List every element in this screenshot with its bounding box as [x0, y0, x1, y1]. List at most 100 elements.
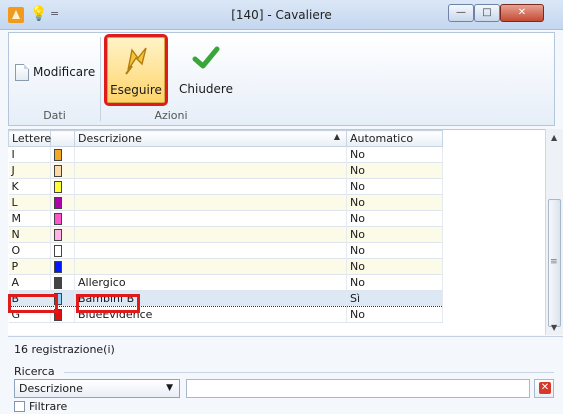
- highlight-letter-cell: [8, 294, 58, 313]
- table-row[interactable]: K No: [8, 178, 443, 195]
- search-group-label: Ricerca: [14, 365, 55, 378]
- table-row[interactable]: B Bambini B Sì: [8, 290, 443, 307]
- footer-panel: 16 registrazione(i) Ricerca Descrizione …: [8, 336, 563, 414]
- color-cell[interactable]: [50, 242, 75, 259]
- automatic-cell[interactable]: No: [346, 210, 443, 227]
- application-window: 💡 = [140] - Cavaliere — □ ✕ Modificare D…: [0, 0, 563, 414]
- minimize-button[interactable]: —: [448, 4, 474, 22]
- letter-cell[interactable]: N: [8, 226, 51, 243]
- table-row[interactable]: P No: [8, 258, 443, 275]
- automatic-cell[interactable]: No: [346, 178, 443, 195]
- letter-cell[interactable]: P: [8, 258, 51, 275]
- table-row[interactable]: J No: [8, 162, 443, 179]
- table-row[interactable]: L No: [8, 194, 443, 211]
- scroll-up-icon[interactable]: ▲: [551, 133, 557, 142]
- execute-icon: [125, 47, 147, 75]
- automatic-cell[interactable]: No: [346, 242, 443, 259]
- color-cell[interactable]: [50, 274, 75, 291]
- table-row[interactable]: N No: [8, 226, 443, 243]
- color-cell[interactable]: [50, 258, 75, 275]
- checkmark-icon: [192, 46, 220, 69]
- scroll-grip-icon: ≡: [550, 257, 558, 267]
- clear-search-button[interactable]: ✕: [534, 379, 554, 398]
- color-cell[interactable]: [50, 162, 75, 179]
- description-cell[interactable]: [74, 178, 347, 195]
- color-cell[interactable]: [50, 210, 75, 227]
- description-cell[interactable]: [74, 242, 347, 259]
- automatic-cell[interactable]: No: [346, 258, 443, 275]
- highlight-description-cell: [76, 294, 140, 313]
- color-swatch: [54, 213, 62, 225]
- grid-header-row: Lettere Descrizione ▲ Automatico: [8, 130, 443, 147]
- automatic-cell[interactable]: No: [346, 194, 443, 211]
- letter-cell[interactable]: L: [8, 194, 51, 211]
- automatic-cell[interactable]: No: [346, 146, 443, 163]
- filter-checkbox[interactable]: [14, 401, 25, 412]
- color-swatch: [54, 261, 62, 273]
- letter-cell[interactable]: K: [8, 178, 51, 195]
- automatic-cell[interactable]: No: [346, 162, 443, 179]
- column-header-lettere[interactable]: Lettere: [8, 130, 51, 147]
- chevron-down-icon: ▼: [166, 383, 173, 393]
- execute-button-label: Eseguire: [110, 83, 162, 97]
- description-cell[interactable]: Allergico: [74, 274, 347, 291]
- letter-cell[interactable]: M: [8, 210, 51, 227]
- column-header-descrizione[interactable]: Descrizione ▲: [74, 130, 347, 147]
- search-field-select-value: Descrizione: [19, 382, 83, 395]
- search-group-divider: [64, 372, 554, 373]
- search-field-select[interactable]: Descrizione ▼: [14, 379, 180, 398]
- letter-cell[interactable]: O: [8, 242, 51, 259]
- sort-ascending-icon: ▲: [333, 132, 340, 141]
- table-row[interactable]: M No: [8, 210, 443, 227]
- automatic-cell[interactable]: No: [346, 226, 443, 243]
- title-bar: 💡 = [140] - Cavaliere — □ ✕: [0, 0, 563, 30]
- color-swatch: [54, 245, 62, 257]
- color-cell[interactable]: [50, 194, 75, 211]
- description-cell[interactable]: [74, 226, 347, 243]
- color-swatch: [54, 165, 62, 177]
- color-swatch: [54, 149, 62, 161]
- column-header-descrizione-label: Descrizione: [78, 132, 142, 145]
- close-window-button[interactable]: ✕: [500, 4, 544, 22]
- description-cell[interactable]: [74, 162, 347, 179]
- column-header-automatico[interactable]: Automatico: [346, 130, 443, 147]
- color-swatch: [54, 229, 62, 241]
- modify-button[interactable]: Modificare: [15, 57, 95, 87]
- filter-label: Filtrare: [29, 400, 68, 413]
- column-header-color[interactable]: [50, 130, 75, 147]
- group-label-dati: Dati: [43, 109, 66, 122]
- color-cell[interactable]: [50, 178, 75, 195]
- table-row[interactable]: I No: [8, 146, 443, 163]
- close-button[interactable]: Chiudere: [176, 37, 236, 103]
- description-cell[interactable]: [74, 210, 347, 227]
- vertical-scrollbar[interactable]: ▲ ≡ ▼: [545, 129, 563, 335]
- group-label-azioni: Azioni: [154, 109, 188, 122]
- letter-cell[interactable]: J: [8, 162, 51, 179]
- description-cell[interactable]: [74, 146, 347, 163]
- data-grid: Lettere Descrizione ▲ Automatico I No J No K N…: [8, 129, 563, 335]
- document-icon: [15, 63, 29, 81]
- automatic-cell[interactable]: No: [346, 274, 443, 291]
- color-swatch: [54, 181, 62, 193]
- filter-toggle[interactable]: Filtrare: [14, 400, 67, 413]
- letter-cell[interactable]: A: [8, 274, 51, 291]
- automatic-cell[interactable]: No: [346, 306, 443, 323]
- color-cell[interactable]: [50, 226, 75, 243]
- letter-cell[interactable]: I: [8, 146, 51, 163]
- scroll-down-icon[interactable]: ▼: [551, 323, 557, 332]
- description-cell[interactable]: [74, 258, 347, 275]
- close-button-label: Chiudere: [179, 82, 233, 96]
- color-swatch: [54, 277, 62, 289]
- ribbon: Modificare Dati Eseguire Chiudere Azioni: [8, 32, 555, 126]
- execute-button[interactable]: Eseguire: [104, 34, 168, 106]
- table-row[interactable]: A Allergico No: [8, 274, 443, 291]
- table-row[interactable]: G BlueEvidence No: [8, 306, 443, 323]
- grid-table: Lettere Descrizione ▲ Automatico I No J No K N…: [8, 130, 443, 323]
- description-cell[interactable]: [74, 194, 347, 211]
- color-swatch: [54, 197, 62, 209]
- table-row[interactable]: O No: [8, 242, 443, 259]
- color-cell[interactable]: [50, 146, 75, 163]
- search-input[interactable]: [186, 379, 530, 398]
- maximize-button[interactable]: □: [474, 4, 500, 22]
- automatic-cell[interactable]: Sì: [346, 290, 443, 307]
